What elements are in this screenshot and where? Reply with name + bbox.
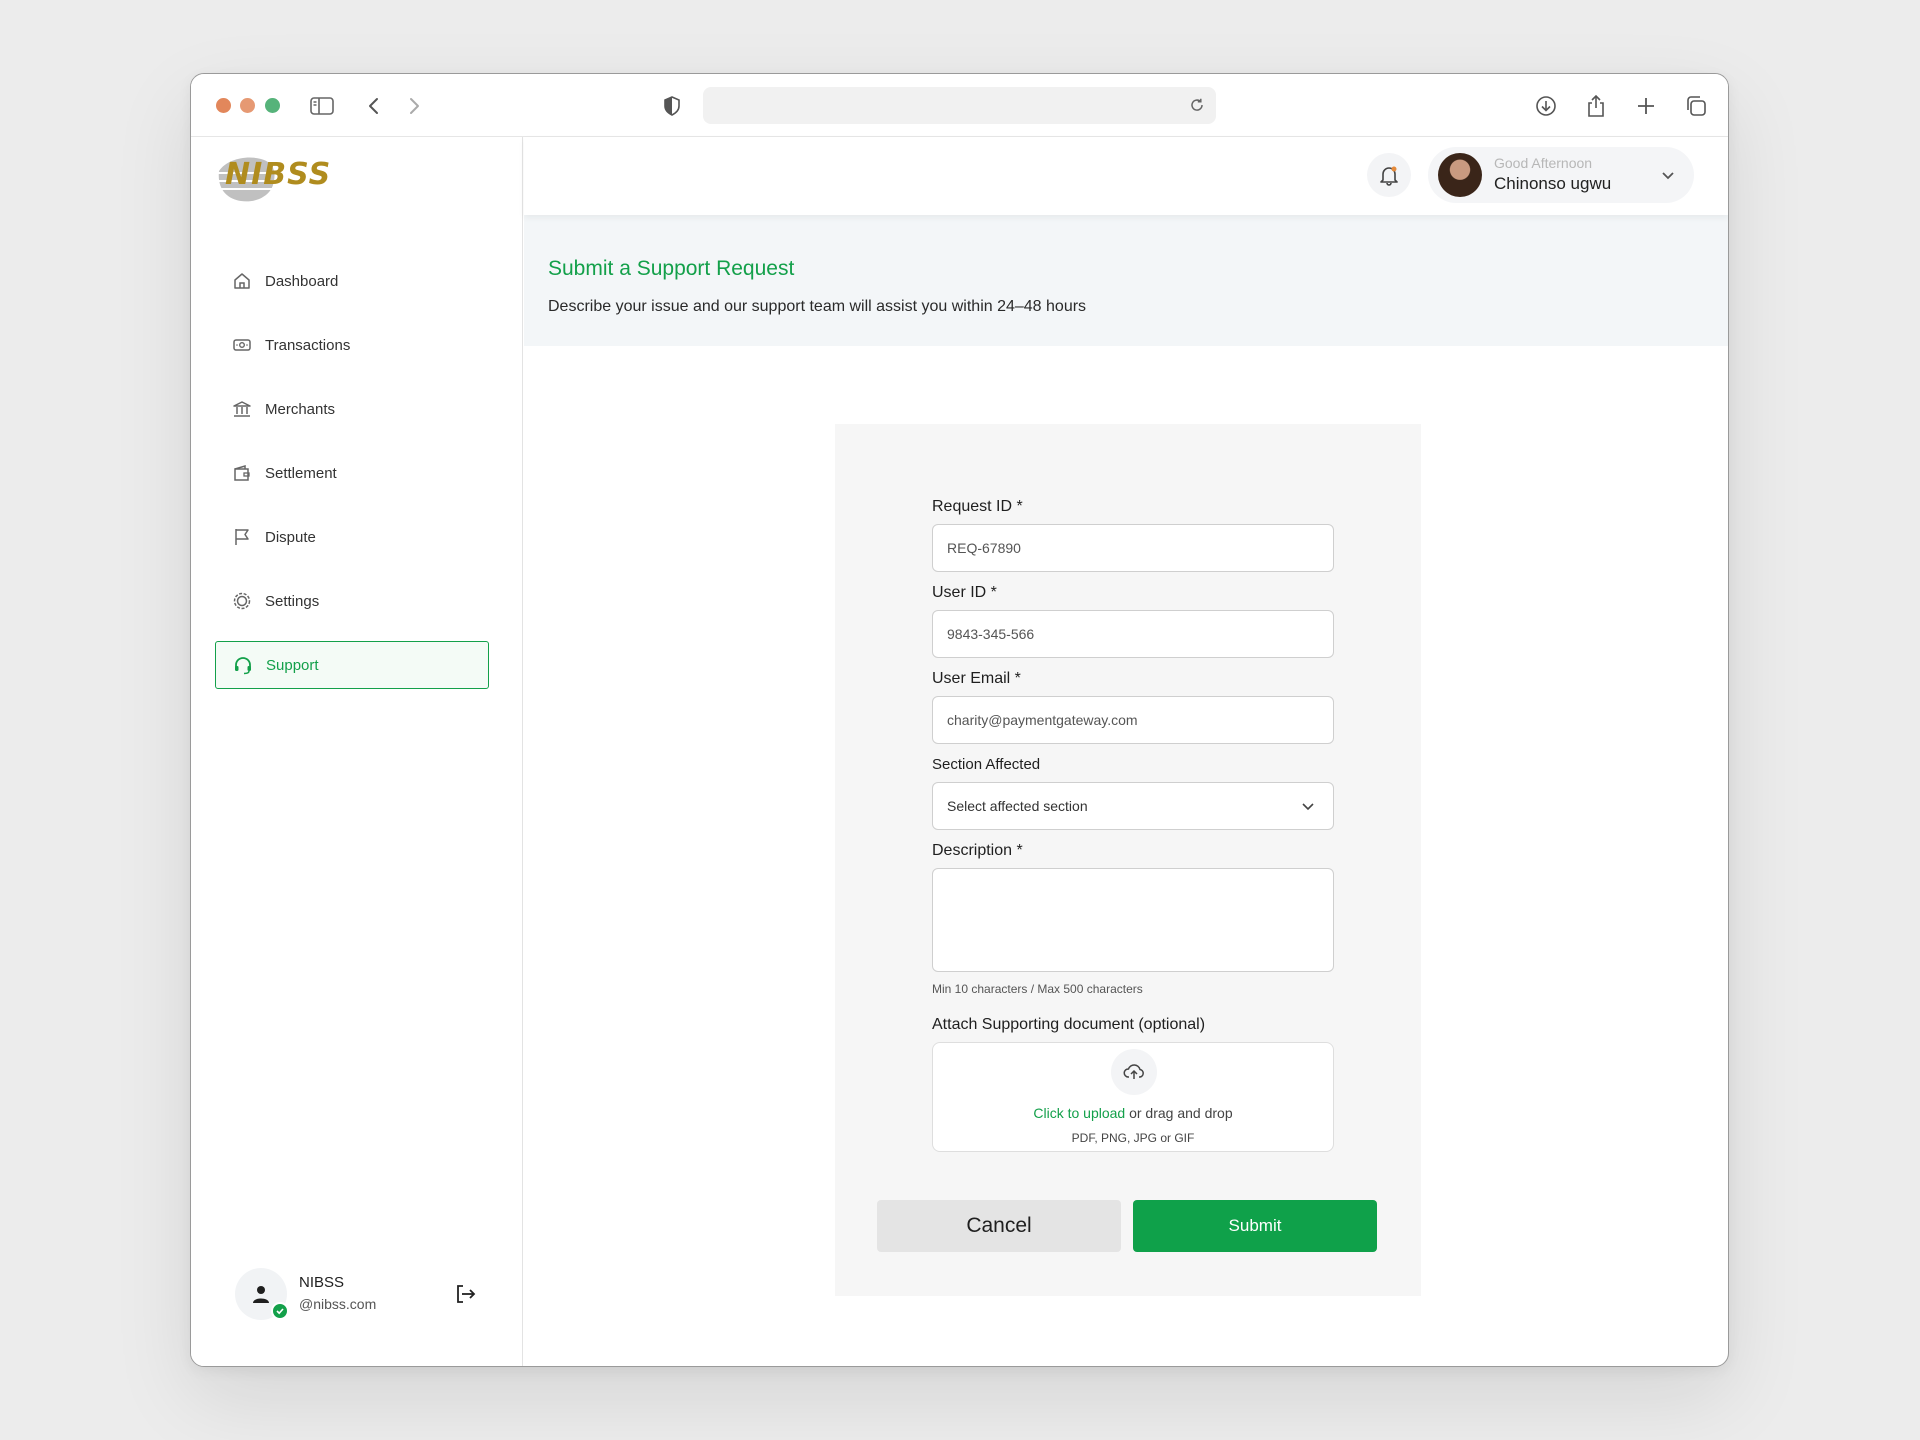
sidebar-item-label: Transactions [265,336,351,354]
profile-name: NIBSS [299,1274,345,1291]
description-label: Description * [932,842,1023,859]
bank-icon [231,398,253,420]
greeting-text: Good Afternoon [1494,155,1593,171]
sidebar-item-settlement[interactable]: Settlement [215,449,489,497]
zoom-window-button[interactable] [265,98,280,113]
upload-instructions: Click to upload or drag and drop [933,1105,1333,1121]
click-to-upload-link[interactable]: Click to upload [1033,1105,1125,1121]
minimize-window-button[interactable] [240,98,255,113]
upload-cloud-icon [1111,1049,1157,1095]
user-email-input[interactable]: charity@paymentgateway.com [932,696,1334,744]
money-icon [231,334,253,356]
back-arrow-icon[interactable] [360,92,388,120]
close-window-button[interactable] [216,98,231,113]
gear-icon [231,590,253,612]
headset-icon [232,654,254,676]
attachment-group: Attach Supporting document (optional) Cl… [932,1016,1334,1152]
user-id-value: 9843-345-566 [947,626,1035,642]
browser-toolbar [191,74,1728,137]
chevron-down-icon[interactable] [1658,165,1678,185]
sidebar-item-label: Settlement [265,464,337,482]
verified-check-icon [271,1302,289,1320]
user-avatar [1438,153,1482,197]
request-id-input[interactable]: REQ-67890 [932,524,1334,572]
description-textarea[interactable] [932,868,1334,972]
notification-bell-icon[interactable] [1367,153,1411,197]
accepted-file-types: PDF, PNG, JPG or GIF [1071,1131,1195,1145]
sidebar-item-transactions[interactable]: Transactions [215,321,489,369]
section-affected-select[interactable]: Select affected section [932,782,1334,830]
section-affected-placeholder: Select affected section [947,798,1088,814]
sidebar-nav: Dashboard Transactions Merchants Settlem… [215,257,489,705]
user-id-input[interactable]: 9843-345-566 [932,610,1334,658]
sidebar-item-support[interactable]: Support [215,641,489,689]
tab-overview-icon[interactable] [1682,92,1710,120]
cancel-button[interactable]: Cancel [877,1200,1121,1252]
shield-icon[interactable] [658,92,686,120]
reload-icon[interactable] [1184,92,1210,118]
sidebar-item-label: Settings [265,592,320,610]
sidebar-item-label: Dispute [265,528,316,546]
user-menu[interactable]: Good Afternoon Chinonso ugwu [1428,147,1694,203]
forward-arrow-icon[interactable] [400,92,428,120]
sidebar-item-label: Merchants [265,400,336,418]
page-subtitle: Describe your issue and our support team… [548,298,1087,315]
sidebar-item-settings[interactable]: Settings [215,577,489,625]
attachment-label: Attach Supporting document (optional) [932,1016,1206,1033]
submit-button[interactable]: Submit [1133,1200,1377,1252]
user-id-label: User ID * [932,584,997,601]
drag-drop-text: or drag and drop [1129,1105,1233,1121]
file-upload-dropzone[interactable]: Click to upload or drag and drop PDF, PN… [932,1042,1334,1152]
user-name: Chinonso ugwu [1494,174,1612,193]
request-id-label: Request ID * [932,498,1023,515]
sidebar-item-merchants[interactable]: Merchants [215,385,489,433]
home-icon [231,270,253,292]
nibss-logo[interactable]: NIBSS [215,151,330,205]
sidebar-toggle-icon[interactable] [308,92,336,120]
download-icon[interactable] [1532,92,1560,120]
sidebar-item-label: Support [266,656,319,674]
section-affected-label: Section Affected [932,756,1041,773]
sidebar-item-label: Dashboard [265,272,339,290]
flag-icon [231,526,253,548]
account-profile: NIBSS @nibss.com [235,1266,485,1322]
sidebar-item-dashboard[interactable]: Dashboard [215,257,489,305]
description-group: Description * Min 10 characters / Max 50… [932,842,1334,996]
logout-icon[interactable] [453,1282,477,1306]
user-email-label: User Email * [932,670,1021,687]
chevron-down-icon [1299,797,1317,815]
profile-email: @nibss.com [299,1296,377,1312]
wallet-icon [231,462,253,484]
request-id-value: REQ-67890 [947,540,1021,556]
support-request-form: Request ID * REQ-67890 User ID * 9843-34… [835,424,1421,1296]
sidebar: NIBSS Dashboard Transactions Merchants S… [191,137,523,1366]
user-id-group: User ID * 9843-345-566 [932,584,1334,658]
new-tab-icon[interactable] [1632,92,1660,120]
page-title: Submit a Support Request [548,257,795,280]
description-hint: Min 10 characters / Max 500 characters [932,982,1143,996]
sidebar-item-dispute[interactable]: Dispute [215,513,489,561]
user-email-value: charity@paymentgateway.com [947,712,1138,728]
section-affected-group: Section Affected Select affected section [932,756,1334,830]
logo-text: NIBSS [225,157,332,192]
share-icon[interactable] [1582,92,1610,120]
browser-window: NIBSS Dashboard Transactions Merchants S… [190,73,1729,1367]
address-bar[interactable] [703,87,1216,124]
top-header: Good Afternoon Chinonso ugwu [524,137,1728,215]
user-email-group: User Email * charity@paymentgateway.com [932,670,1334,744]
page-banner: Submit a Support Request Describe your i… [524,215,1728,346]
request-id-group: Request ID * REQ-67890 [932,498,1334,572]
